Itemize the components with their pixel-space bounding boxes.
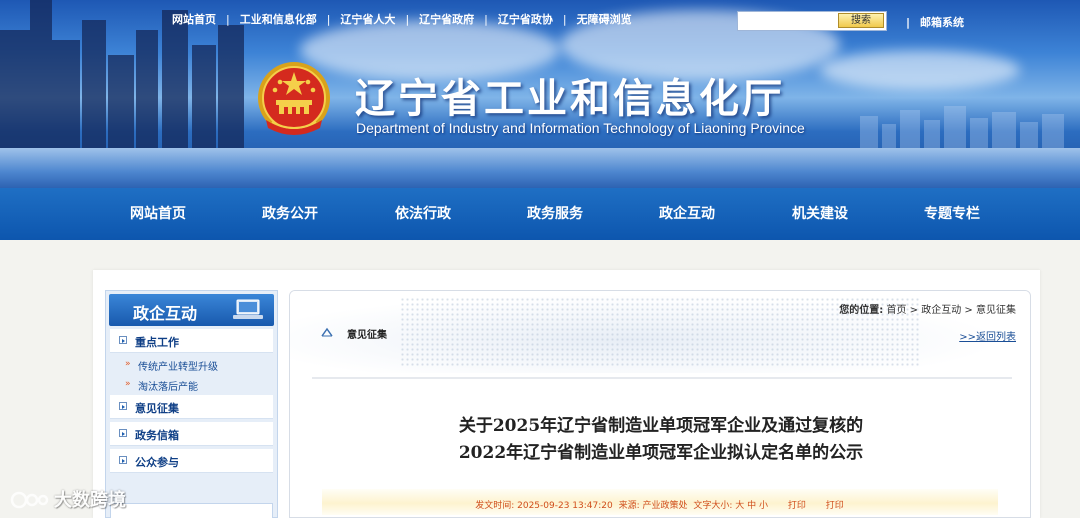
- sidebar-title: 政企互动: [133, 304, 198, 323]
- search-button[interactable]: 搜索: [838, 13, 884, 28]
- article-title: 关于2025年辽宁省制造业单项冠军企业及通过复核的 2022年辽宁省制造业单项冠…: [290, 413, 1030, 467]
- top-link-miit[interactable]: 工业和信息化部: [240, 11, 317, 27]
- building: [1042, 114, 1064, 150]
- watermark-text: 大数跨境: [54, 490, 126, 511]
- building: [162, 10, 188, 150]
- mail-system-link[interactable]: 邮箱系统: [906, 14, 964, 30]
- sidebar-subitem-label: 淘汰落后产能: [138, 382, 198, 393]
- water-reflection: [0, 148, 1080, 188]
- article-title-line2: 2022年辽宁省制造业单项冠军企业拟认定名单的公示: [458, 443, 864, 463]
- print-link[interactable]: 打印: [788, 501, 806, 511]
- building: [30, 0, 52, 150]
- divider: [312, 377, 1012, 379]
- building: [1020, 122, 1038, 150]
- sidebar-item-label: 公众参与: [135, 456, 179, 469]
- sidebar-item-label: 意见征集: [135, 402, 179, 415]
- sidebar-item-label: 政务信箱: [135, 429, 179, 442]
- nav-item-organ-construction[interactable]: 机关建设: [792, 188, 848, 240]
- sidebar-item-mailbox[interactable]: 政务信箱: [110, 422, 273, 446]
- site-title: 辽宁省工业和信息化厅: [355, 75, 785, 122]
- sidebar: 政企互动 重点工作 » 传统产业转型升级 » 淘汰落后产能 意见征集 政务信箱: [105, 290, 278, 518]
- close-link[interactable]: 打印: [826, 501, 844, 511]
- building: [924, 120, 940, 150]
- article-panel: 您的位置: 首页 > 政企互动 > 意见征集 意见征集 >>返回列表 关于202…: [289, 290, 1031, 518]
- top-link-home[interactable]: 网站首页: [172, 11, 216, 27]
- breadcrumb-opinion[interactable]: 意见征集: [976, 305, 1016, 316]
- article-title-line1: 关于2025年辽宁省制造业单项冠军企业及通过复核的: [458, 416, 864, 436]
- arrow-box-icon: [119, 336, 127, 344]
- sidebar-item-participation[interactable]: 公众参与: [110, 449, 273, 473]
- top-links: 网站首页 | 工业和信息化部 | 辽宁省人大 | 辽宁省政府 | 辽宁省政协 |…: [172, 11, 632, 27]
- breadcrumb-interaction[interactable]: 政企互动: [921, 305, 961, 316]
- top-link-ln-npc[interactable]: 辽宁省人大: [340, 11, 395, 27]
- building: [882, 124, 896, 150]
- top-link-accessibility[interactable]: 无障碍浏览: [577, 11, 632, 27]
- building: [82, 20, 106, 150]
- site-subtitle: Department of Industry and Information T…: [356, 120, 805, 136]
- font-size-control[interactable]: 文字大小: 大 中 小: [693, 501, 768, 511]
- building: [900, 110, 920, 150]
- arrow-box-icon: [119, 429, 127, 437]
- building: [944, 106, 966, 150]
- national-emblem-icon: [258, 62, 330, 135]
- column-title: 意见征集: [347, 330, 387, 341]
- building: [52, 40, 80, 150]
- breadcrumb-separator: >: [909, 305, 919, 316]
- sidebar-item-opinion[interactable]: 意见征集: [110, 395, 273, 419]
- content-container: 政企互动 重点工作 » 传统产业转型升级 » 淘汰落后产能 意见征集 政务信箱: [93, 270, 1040, 518]
- breadcrumb-label: 您的位置:: [839, 305, 884, 316]
- back-to-list-link[interactable]: >>返回列表: [959, 328, 1016, 343]
- header-banner: 网站首页 | 工业和信息化部 | 辽宁省人大 | 辽宁省政府 | 辽宁省政协 |…: [0, 0, 1080, 188]
- breadcrumb: 您的位置: 首页 > 政企互动 > 意见征集: [839, 301, 1016, 316]
- article-header: 您的位置: 首页 > 政企互动 > 意见征集 意见征集 >>返回列表: [290, 291, 1030, 373]
- arrow-box-icon: [119, 456, 127, 464]
- sidebar-item-label: 重点工作: [135, 336, 179, 349]
- building: [860, 116, 878, 150]
- cloud: [820, 50, 1020, 90]
- arrow-box-icon: [119, 402, 127, 410]
- main-navigation: 网站首页 政务公开 依法行政 政务服务 政企互动 机关建设 专题专栏: [0, 188, 1080, 240]
- building: [108, 55, 134, 150]
- top-link-ln-gov[interactable]: 辽宁省政府: [419, 11, 474, 27]
- breadcrumb-separator: >: [964, 305, 973, 316]
- nav-item-home[interactable]: 网站首页: [130, 188, 186, 240]
- bullet-icon: »: [125, 359, 131, 369]
- computer-icon: [233, 299, 263, 319]
- sidebar-header: 政企互动: [109, 294, 274, 326]
- nav-item-gov-affairs-open[interactable]: 政务公开: [262, 188, 318, 240]
- sidebar-subitem-label: 传统产业转型升级: [138, 362, 218, 373]
- building: [218, 25, 244, 150]
- nav-item-interaction[interactable]: 政企互动: [659, 188, 715, 240]
- breadcrumb-home[interactable]: 首页: [886, 305, 906, 316]
- sidebar-panel: [110, 503, 273, 518]
- top-link-ln-cppcc[interactable]: 辽宁省政协: [498, 11, 553, 27]
- watermark: 大数跨境: [10, 486, 126, 512]
- nav-item-law[interactable]: 依法行政: [395, 188, 451, 240]
- building: [0, 30, 30, 150]
- article-source: 来源: 产业政策处: [618, 501, 688, 511]
- building: [136, 30, 158, 150]
- article-meta: 发文时间: 2025-09-23 13:47:20 来源: 产业政策处 文字大小…: [290, 498, 1030, 511]
- nav-item-gov-service[interactable]: 政务服务: [527, 188, 583, 240]
- watermark-logo-icon: [10, 491, 49, 509]
- building: [970, 118, 988, 150]
- building: [192, 45, 216, 150]
- nav-item-special-topics[interactable]: 专题专栏: [924, 188, 980, 240]
- bullet-icon: »: [125, 379, 131, 389]
- publish-date: 发文时间: 2025-09-23 13:47:20: [475, 501, 613, 511]
- column-icon: [321, 327, 333, 337]
- building: [992, 112, 1016, 150]
- sidebar-item-key-work[interactable]: 重点工作: [110, 329, 273, 353]
